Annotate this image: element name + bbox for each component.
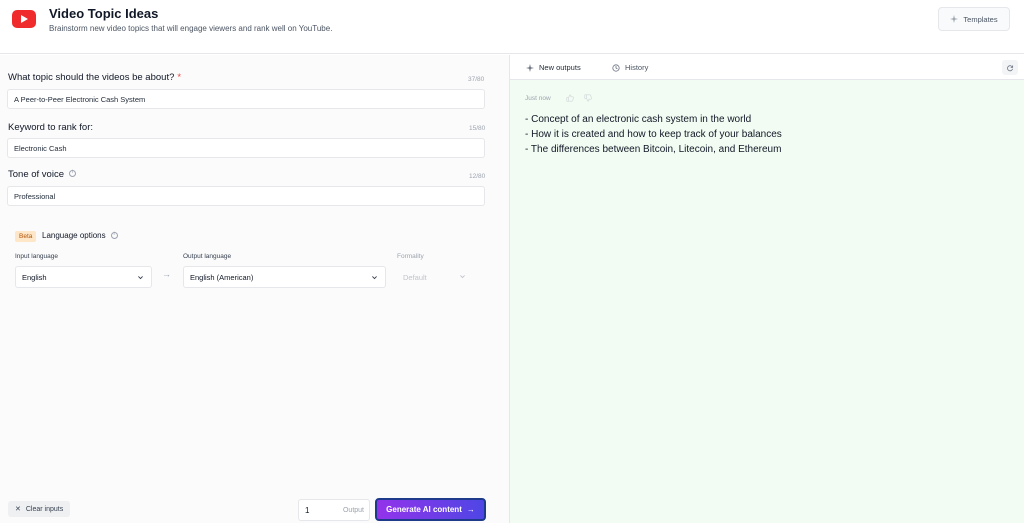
output-tabs: New outputs History (510, 55, 1024, 80)
language-options-title: Language options (42, 231, 118, 240)
sparkle-icon (526, 63, 534, 72)
templates-label: Templates (963, 14, 998, 24)
formality-label: Formality (397, 253, 424, 260)
tone-char-count: 12/80 (469, 173, 486, 180)
formality-select[interactable]: Default (397, 266, 473, 288)
output-panel: New outputs History Just now - Concept o… (510, 55, 1024, 523)
generate-label: Generate AI content (386, 505, 462, 514)
sparkle-icon (950, 15, 959, 23)
output-count-value: 1 (305, 506, 310, 515)
input-language-select[interactable]: English (15, 266, 152, 288)
output-count-input[interactable]: 1 Output (298, 499, 370, 521)
arrow-right-icon: → (466, 505, 475, 514)
page-subtitle: Brainstorm new video topics that will en… (49, 24, 333, 33)
tone-label: Tone of voice (8, 169, 76, 180)
templates-button[interactable]: Templates (938, 7, 1010, 31)
topic-label: What topic should the videos be about? * (8, 72, 182, 83)
info-icon[interactable] (68, 169, 76, 177)
output-line: - Concept of an electronic cash system i… (525, 114, 752, 125)
refresh-button[interactable] (1002, 60, 1018, 75)
output-line: - The differences between Bitcoin, Litec… (525, 144, 782, 155)
output-count-label: Output (342, 507, 364, 514)
topic-input[interactable]: A Peer-to-Peer Electronic Cash System (7, 89, 485, 109)
output-language-label: Output language (183, 253, 232, 260)
chevron-down-icon (372, 276, 377, 280)
tab-history[interactable]: History (612, 55, 648, 80)
output-line: - How it is created and how to keep trac… (525, 129, 782, 140)
language-options: Beta Language options Input language Eng… (7, 225, 485, 293)
tab-new-outputs-label: New outputs (539, 63, 581, 72)
input-language-label: Input language (15, 253, 59, 260)
clear-inputs-label: Clear inputs (25, 505, 64, 513)
input-language-value: English (22, 272, 47, 282)
output-language-select[interactable]: English (American) (183, 266, 386, 288)
info-icon[interactable] (110, 231, 118, 239)
keyword-char-count: 15/80 (469, 125, 486, 132)
keyword-input[interactable]: Electronic Cash (7, 138, 485, 158)
beta-badge: Beta (15, 231, 37, 242)
tone-input[interactable]: Professional (7, 186, 485, 206)
close-icon: ✕ (15, 506, 21, 513)
generated-output[interactable]: - Concept of an electronic cash system i… (525, 112, 782, 157)
clear-inputs-button[interactable]: ✕ Clear inputs (8, 501, 71, 517)
clock-icon (612, 63, 620, 72)
required-mark: * (177, 72, 182, 83)
thumbs-up-icon[interactable] (566, 94, 574, 102)
youtube-logo-icon (12, 10, 36, 28)
tab-history-label: History (625, 63, 649, 72)
formality-value: Default (403, 272, 427, 282)
chevron-down-icon (460, 275, 465, 279)
app-header: Video Topic Ideas Brainstorm new video t… (0, 0, 1024, 54)
output-timestamp: Just now (525, 95, 551, 102)
chevron-down-icon (138, 276, 143, 280)
thumbs-down-icon[interactable] (584, 94, 592, 102)
input-panel: What topic should the videos be about? * … (0, 55, 509, 523)
page-title: Video Topic Ideas (49, 6, 159, 21)
output-language-value: English (American) (190, 272, 254, 282)
arrow-right-icon: → (162, 269, 171, 279)
generate-button[interactable]: Generate AI content → (375, 498, 486, 521)
refresh-icon (1007, 64, 1014, 71)
topic-char-count: 37/80 (468, 76, 485, 83)
tab-new-outputs[interactable]: New outputs (526, 55, 581, 80)
keyword-label: Keyword to rank for: (8, 122, 94, 133)
